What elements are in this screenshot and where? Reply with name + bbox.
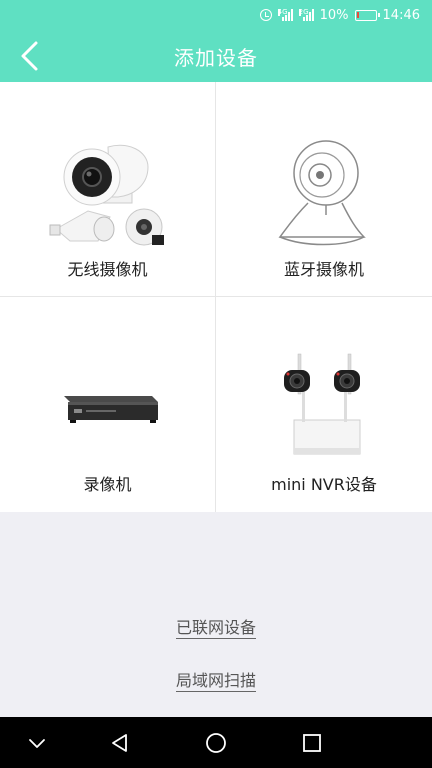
battery-percentage: 10% bbox=[319, 7, 349, 23]
status-indicators: 4G 2G 10% 14:46 bbox=[259, 6, 420, 24]
networked-devices-label: 已联网设备 bbox=[175, 618, 256, 639]
battery-level bbox=[356, 11, 359, 18]
alarm-icon bbox=[259, 9, 272, 21]
device-option-mini-nvr[interactable]: mini NVR设备 bbox=[216, 297, 432, 512]
system-recents-button[interactable] bbox=[299, 730, 325, 756]
network-type-label: 4G bbox=[277, 8, 288, 16]
system-navigation-bar bbox=[0, 717, 432, 768]
clock: 14:46 bbox=[382, 7, 420, 23]
device-option-video-recorder[interactable]: 录像机 bbox=[0, 297, 216, 512]
system-back-button[interactable] bbox=[107, 730, 133, 756]
status-bar: 4G 2G 10% 14:46 bbox=[0, 0, 432, 30]
device-type-grid: 无线摄像机 蓝牙摄像机 录像机 mini NVR设备 bbox=[0, 82, 432, 512]
device-label: 无线摄像机 bbox=[67, 260, 148, 279]
device-label: 蓝牙摄像机 bbox=[283, 260, 364, 279]
device-label: 录像机 bbox=[83, 475, 132, 494]
lan-scan-label: 局域网扫描 bbox=[175, 671, 256, 692]
signal-icon: 4G bbox=[277, 8, 293, 21]
wireless-camera-image bbox=[49, 144, 164, 246]
recents-square-icon bbox=[303, 734, 321, 752]
chevron-down-icon bbox=[29, 739, 45, 748]
bluetooth-camera-image bbox=[278, 140, 366, 246]
home-circle-icon bbox=[206, 733, 226, 753]
back-triangle-icon bbox=[112, 734, 127, 752]
device-option-bluetooth-camera[interactable]: 蓝牙摄像机 bbox=[216, 82, 432, 297]
lan-scan-link[interactable]: 局域网扫描 bbox=[0, 667, 432, 692]
mini-nvr-image bbox=[284, 353, 361, 455]
header-bar: 添加设备 bbox=[0, 30, 432, 82]
system-home-button[interactable] bbox=[203, 730, 229, 756]
network-type-label-secondary: 2G bbox=[298, 8, 309, 16]
networked-devices-link[interactable]: 已联网设备 bbox=[0, 614, 432, 639]
additional-options: 已联网设备 局域网扫描 bbox=[0, 512, 432, 717]
hide-nav-button[interactable] bbox=[24, 730, 50, 756]
device-option-wireless-camera[interactable]: 无线摄像机 bbox=[0, 82, 216, 297]
page-title: 添加设备 bbox=[174, 46, 258, 70]
device-label: mini NVR设备 bbox=[271, 475, 377, 494]
signal-icon-secondary: 2G bbox=[298, 8, 314, 21]
battery-icon bbox=[354, 9, 380, 21]
video-recorder-image bbox=[64, 396, 158, 423]
